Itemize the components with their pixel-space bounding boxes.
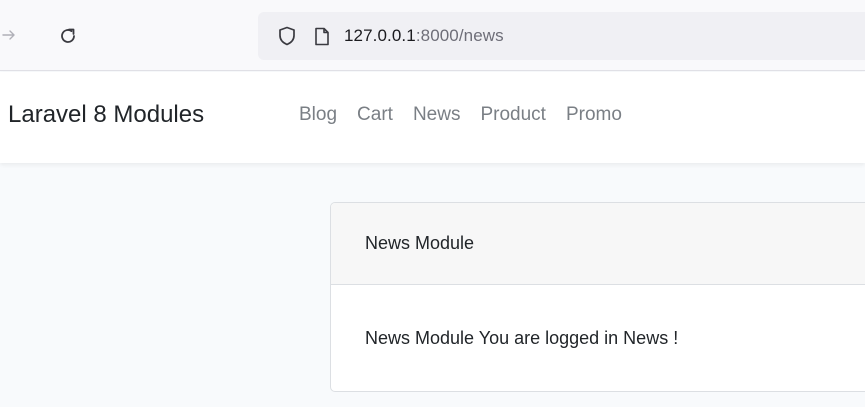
card-header: News Module	[331, 203, 865, 285]
card-body: News Module You are logged in News !	[365, 327, 679, 348]
app-navbar: Laravel 8 Modules Blog Cart News Product…	[0, 72, 865, 163]
url-text[interactable]: 127.0.0.1:8000/news	[344, 26, 504, 46]
shield-icon[interactable]	[276, 25, 298, 47]
nav-link-cart[interactable]: Cart	[357, 104, 393, 126]
page-icon[interactable]	[312, 25, 332, 47]
address-bar[interactable]: 127.0.0.1:8000/news	[258, 12, 865, 60]
nav-link-news[interactable]: News	[413, 104, 461, 126]
forward-arrow-icon[interactable]	[0, 22, 18, 48]
url-path: :8000/news	[415, 26, 504, 45]
news-card: News Module News Module You are logged i…	[330, 202, 865, 392]
browser-toolbar: 127.0.0.1:8000/news	[0, 0, 865, 71]
nav-link-promo[interactable]: Promo	[566, 104, 622, 126]
reload-icon[interactable]	[54, 22, 82, 50]
brand-link[interactable]: Laravel 8 Modules	[8, 101, 204, 129]
nav-link-product[interactable]: Product	[480, 104, 545, 126]
nav-links: Blog Cart News Product Promo	[299, 104, 642, 126]
nav-link-blog[interactable]: Blog	[299, 104, 337, 126]
url-host: 127.0.0.1	[344, 26, 416, 45]
